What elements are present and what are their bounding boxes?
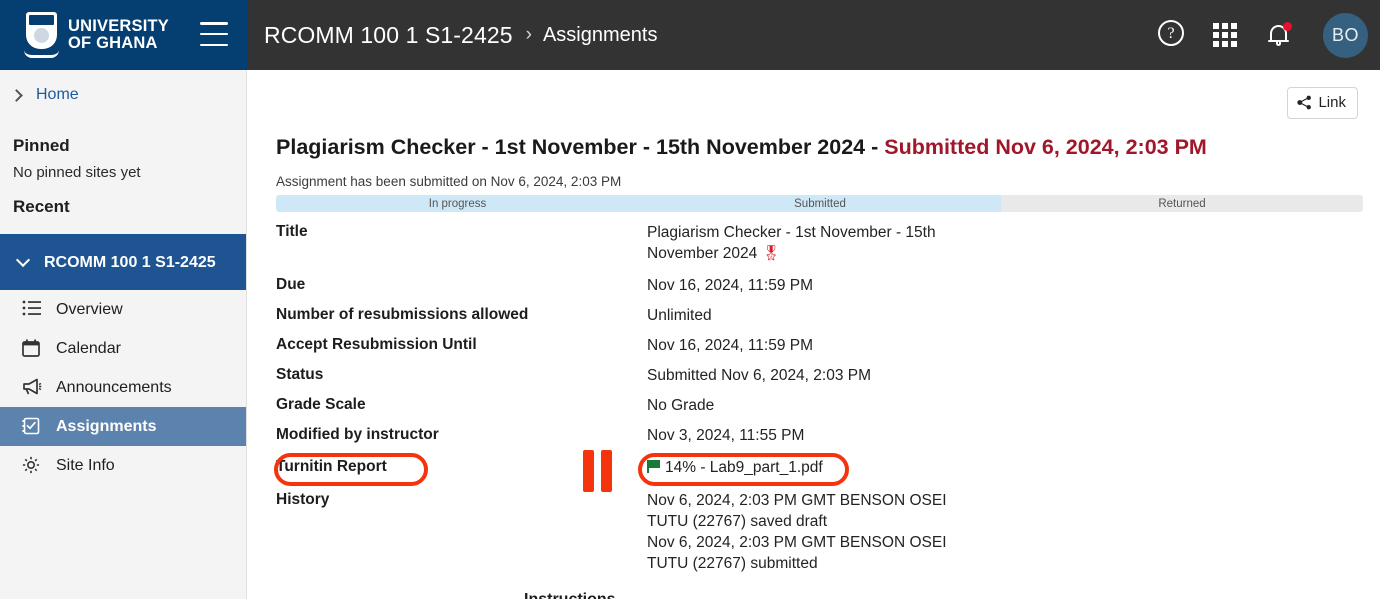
medal-icon: 🎖 <box>761 245 781 262</box>
help-icon[interactable]: ? <box>1158 20 1188 50</box>
gear-icon <box>22 456 44 476</box>
progress-segment-submitted: Submitted <box>639 195 1002 212</box>
progress-segment-in-progress: In progress <box>276 195 640 212</box>
detail-value-title-text: Plagiarism Checker - 1st November - 15th… <box>647 224 936 262</box>
detail-row-modified: Modified by instructor Nov 3, 2024, 11:5… <box>276 425 1366 446</box>
detail-label-status: Status <box>276 366 324 383</box>
chevron-right-icon <box>10 88 23 102</box>
chevron-down-icon <box>15 252 31 267</box>
detail-label-title: Title <box>276 223 308 240</box>
logo-line-1: UNIVERSITY <box>68 17 170 35</box>
sidebar-item-home[interactable]: Home <box>0 70 246 120</box>
main-content: Link Plagiarism Checker - 1st November -… <box>248 70 1380 599</box>
apps-grid-icon[interactable] <box>1213 20 1243 50</box>
sidebar: Home Pinned No pinned sites yet Recent R… <box>0 70 247 599</box>
share-icon <box>1297 95 1312 110</box>
detail-label-history: History <box>276 491 330 508</box>
breadcrumb: RCOMM 100 1 S1-2425 › Assignments ? BO <box>247 0 1380 70</box>
clipped-section-label: Instructions <box>524 590 616 599</box>
breadcrumb-page[interactable]: Assignments <box>543 24 658 47</box>
page-title-main: Plagiarism Checker - 1st November - 15th… <box>276 135 885 159</box>
top-icon-group: ? BO <box>1158 0 1368 70</box>
history-entry: Nov 6, 2024, 2:03 PM GMT BENSON OSEI TUT… <box>647 492 947 530</box>
progress-segment-returned: Returned <box>1001 195 1363 212</box>
detail-row-resubmissions: Number of resubmissions allowed Unlimite… <box>276 305 1366 326</box>
sidebar-item-site-info[interactable]: Site Info <box>0 446 246 485</box>
detail-label-modified: Modified by instructor <box>276 426 439 443</box>
detail-value-title: Plagiarism Checker - 1st November - 15th… <box>647 222 959 264</box>
assignment-detail-list: Title Plagiarism Checker - 1st November … <box>276 222 1366 583</box>
sidebar-item-assignments[interactable]: Assignments <box>0 407 246 446</box>
detail-row-status: Status Submitted Nov 6, 2024, 2:03 PM <box>276 365 1366 386</box>
annotation-bar-left <box>583 450 594 492</box>
detail-row-grade-scale: Grade Scale No Grade <box>276 395 1366 416</box>
notification-badge-dot <box>1283 22 1292 31</box>
checked-note-icon <box>22 417 44 437</box>
university-crest-icon <box>24 12 59 58</box>
chevron-right-icon: › <box>525 24 532 45</box>
turnitin-report-link[interactable]: 14% - Lab9_part_1.pdf <box>647 457 823 478</box>
detail-value-grade-scale: No Grade <box>647 397 715 414</box>
detail-value-modified: Nov 3, 2024, 11:55 PM <box>647 427 805 444</box>
recent-heading: Recent <box>13 197 70 216</box>
turnitin-score-filename: 14% - Lab9_part_1.pdf <box>665 459 823 476</box>
sidebar-item-assignments-label: Assignments <box>56 417 157 435</box>
list-icon <box>22 300 44 320</box>
submitted-note: Assignment has been submitted on Nov 6, … <box>276 174 622 189</box>
sidebar-item-announcements-label: Announcements <box>56 378 172 396</box>
pinned-heading: Pinned <box>13 136 70 155</box>
detail-label-grade-scale: Grade Scale <box>276 396 366 413</box>
notifications-bell-icon[interactable] <box>1268 20 1298 50</box>
megaphone-icon <box>22 378 44 398</box>
green-flag-icon <box>647 460 660 473</box>
annotation-bar-right <box>601 450 612 492</box>
detail-row-due: Due Nov 16, 2024, 11:59 PM <box>276 275 1366 296</box>
detail-label-resubmissions: Number of resubmissions allowed <box>276 306 529 323</box>
detail-value-due: Nov 16, 2024, 11:59 PM <box>647 277 814 294</box>
detail-label-accept-until: Accept Resubmission Until <box>276 336 477 353</box>
history-entry: Nov 6, 2024, 2:03 PM GMT BENSON OSEI TUT… <box>647 534 947 572</box>
status-progress-bar: In progress Submitted Returned <box>276 195 1363 212</box>
detail-value-accept-until: Nov 16, 2024, 11:59 PM <box>647 337 814 354</box>
sidebar-item-calendar-label: Calendar <box>56 339 121 357</box>
help-icon-glyph: ? <box>1158 20 1184 46</box>
calendar-icon <box>22 339 44 359</box>
history-entries: Nov 6, 2024, 2:03 PM GMT BENSON OSEI TUT… <box>647 490 947 574</box>
detail-value-resubmissions: Unlimited <box>647 307 712 324</box>
sidebar-item-home-label: Home <box>36 86 79 103</box>
page-title-status: Submitted Nov 6, 2024, 2:03 PM <box>884 135 1207 159</box>
link-button[interactable]: Link <box>1287 87 1358 119</box>
detail-value-status: Submitted Nov 6, 2024, 2:03 PM <box>647 367 872 384</box>
detail-row-turnitin: Turnitin Report 14% - Lab9_part_1.pdf <box>276 457 1366 478</box>
sidebar-item-announcements[interactable]: Announcements <box>0 368 246 407</box>
detail-label-due: Due <box>276 276 306 293</box>
university-logo[interactable]: UNIVERSITY OF GHANA <box>24 12 169 58</box>
sidebar-item-overview-label: Overview <box>56 300 123 318</box>
logo-line-2: OF GHANA <box>68 34 158 52</box>
sidebar-item-calendar[interactable]: Calendar <box>0 329 246 368</box>
page-title: Plagiarism Checker - 1st November - 15th… <box>276 135 1207 160</box>
pinned-empty-text: No pinned sites yet <box>13 164 141 181</box>
top-bar: UNIVERSITY OF GHANA RCOMM 100 1 S1-2425 … <box>0 0 1380 70</box>
detail-row-title: Title Plagiarism Checker - 1st November … <box>276 222 1366 264</box>
sidebar-item-site-info-label: Site Info <box>56 456 115 474</box>
sidebar-site-name: RCOMM 100 1 S1-2425 <box>44 253 216 271</box>
detail-row-history: History Nov 6, 2024, 2:03 PM GMT BENSON … <box>276 490 1366 574</box>
breadcrumb-course[interactable]: RCOMM 100 1 S1-2425 <box>264 22 513 49</box>
university-logo-text: UNIVERSITY OF GHANA <box>68 18 169 52</box>
detail-row-accept-until: Accept Resubmission Until Nov 16, 2024, … <box>276 335 1366 356</box>
sidebar-item-overview[interactable]: Overview <box>0 290 246 329</box>
avatar[interactable]: BO <box>1323 12 1368 58</box>
hamburger-icon[interactable] <box>200 22 228 46</box>
sidebar-item-site[interactable]: RCOMM 100 1 S1-2425 <box>0 234 246 290</box>
brand-block: UNIVERSITY OF GHANA <box>0 0 247 70</box>
link-button-label: Link <box>1318 94 1346 111</box>
